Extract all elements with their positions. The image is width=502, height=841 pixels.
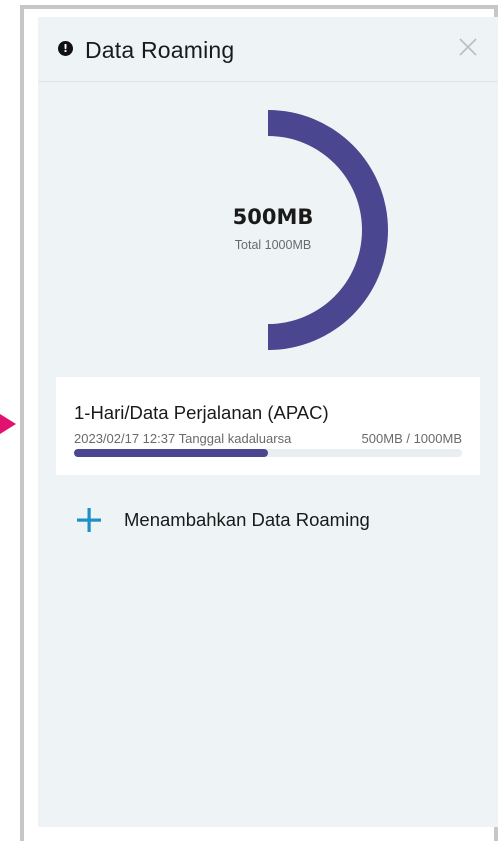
roaming-plan-card[interactable]: 1-Hari/Data Perjalanan (APAC) 2023/02/17… [56,377,480,475]
remaining-data-value: 500MB [232,205,314,229]
plan-expiry: 2023/02/17 12:37 Tanggal kadaluarsa [74,431,292,446]
usage-gauge-arc [268,110,388,350]
plus-icon [77,508,101,532]
dialog-frame: ! Data Roaming 500MB Total 1000MB 1-Hari… [20,5,498,841]
plan-usage: 500MB / 1000MB [361,431,462,446]
plan-name: 1-Hari/Data Perjalanan (APAC) [74,402,329,423]
pointer-marker [0,414,16,434]
data-roaming-panel: ! Data Roaming 500MB Total 1000MB 1-Hari… [38,17,498,827]
total-data-label: Total 1000MB [234,238,312,252]
plan-progress-bar [74,449,462,457]
add-data-roaming-label: Menambahkan Data Roaming [124,509,370,530]
usage-gauge [268,110,388,350]
plan-progress-fill [74,449,268,457]
